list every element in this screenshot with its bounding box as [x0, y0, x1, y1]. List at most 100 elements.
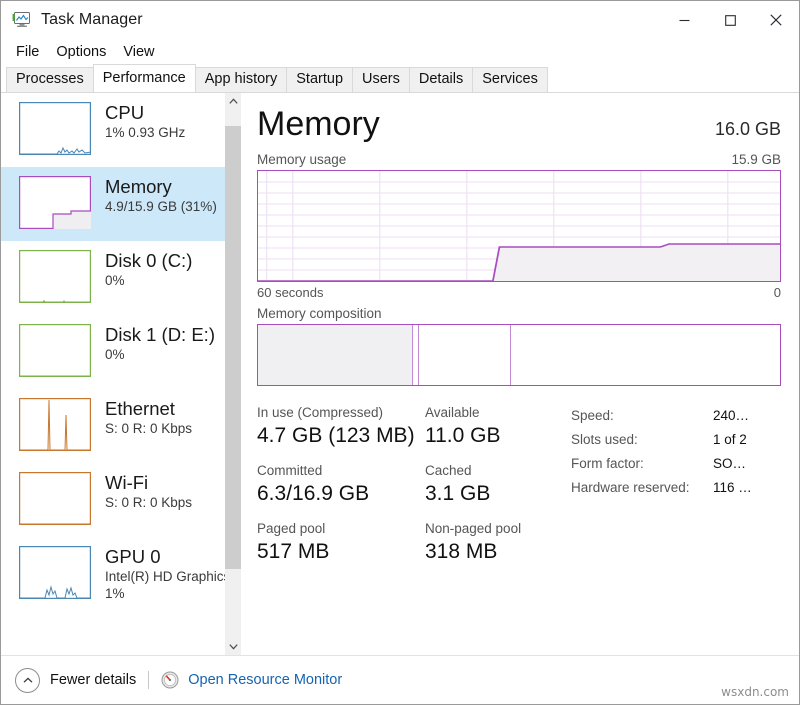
- watermark: wsxdn.com: [721, 685, 789, 699]
- memory-usage-label: Memory usage: [257, 152, 346, 167]
- window-controls: [661, 1, 799, 39]
- fewer-details-button[interactable]: Fewer details: [50, 672, 136, 688]
- sidebar-item-label-cpu: CPU: [105, 102, 185, 124]
- sidebar-item-sub-disk0: 0%: [105, 272, 192, 289]
- spec-value-form-factor: SO…: [713, 452, 746, 476]
- maximize-button[interactable]: [707, 1, 753, 39]
- axis-left-label: 60 seconds: [257, 285, 324, 300]
- stat-committed: Committed 6.3/16.9 GB: [257, 462, 425, 508]
- sidebar-item-sub-ethernet: S: 0 R: 0 Kbps: [105, 420, 192, 437]
- chevron-up-icon[interactable]: [225, 93, 241, 110]
- stat-nonpaged-pool: Non-paged pool 318 MB: [425, 520, 555, 566]
- memory-header: Memory 16.0 GB: [257, 103, 781, 145]
- axis-right-label: 0: [774, 285, 781, 300]
- sidebar-item-label-disk1: Disk 1 (D: E:): [105, 324, 215, 346]
- stat-value-committed: 6.3/16.9 GB: [257, 480, 425, 508]
- tab-performance[interactable]: Performance: [93, 64, 196, 92]
- resource-monitor-icon[interactable]: [161, 671, 179, 689]
- sidebar-item-sub-wifi: S: 0 R: 0 Kbps: [105, 494, 192, 511]
- menu-item-view[interactable]: View: [117, 41, 163, 64]
- sidebar-item-label-disk0: Disk 0 (C:): [105, 250, 192, 272]
- memory-composition-label: Memory composition: [257, 306, 382, 321]
- sidebar-item-cpu[interactable]: CPU 1% 0.93 GHz: [1, 93, 225, 167]
- spec-row-speed: Speed: 240…: [571, 404, 781, 428]
- disk0-text: Disk 0 (C:) 0%: [105, 250, 192, 289]
- stat-label-cached: Cached: [425, 462, 555, 480]
- gpu0-text: GPU 0 Intel(R) HD Graphics 1%: [105, 546, 219, 602]
- tab-app-history[interactable]: App history: [195, 67, 288, 92]
- tab-startup[interactable]: Startup: [286, 67, 353, 92]
- spec-row-slots-used: Slots used: 1 of 2: [571, 428, 781, 452]
- stat-value-cached: 3.1 GB: [425, 480, 555, 508]
- scrollbar-track[interactable]: [225, 110, 241, 638]
- stat-value-available: 11.0 GB: [425, 422, 555, 450]
- chevron-down-icon[interactable]: [225, 638, 241, 655]
- ethernet-thumbnail-graph: [19, 398, 91, 451]
- open-resource-monitor-link[interactable]: Open Resource Monitor: [188, 672, 342, 688]
- task-manager-window: Task Manager File Options View Processes…: [0, 0, 800, 705]
- stat-cached: Cached 3.1 GB: [425, 462, 555, 508]
- composition-labels: Memory composition: [257, 306, 781, 321]
- usage-labels: Memory usage 15.9 GB: [257, 152, 781, 167]
- stat-label-committed: Committed: [257, 462, 425, 480]
- sidebar-item-ethernet[interactable]: Ethernet S: 0 R: 0 Kbps: [1, 389, 225, 463]
- sidebar-item-sub-memory: 4.9/15.9 GB (31%): [105, 198, 217, 215]
- window-title: Task Manager: [41, 11, 143, 29]
- content-area: CPU 1% 0.93 GHz Memory 4.9/15: [1, 93, 799, 655]
- menu-item-file[interactable]: File: [10, 41, 48, 64]
- memory-usage-max: 15.9 GB: [731, 152, 781, 167]
- cpu-thumbnail-graph: [19, 102, 91, 155]
- stat-paged-pool: Paged pool 517 MB: [257, 520, 425, 566]
- memory-thumbnail-graph: [19, 176, 91, 229]
- stat-value-inuse: 4.7 GB (123 MB): [257, 422, 425, 450]
- tab-users[interactable]: Users: [352, 67, 410, 92]
- task-manager-icon: [12, 11, 32, 29]
- sidebar-item-disk0[interactable]: Disk 0 (C:) 0%: [1, 241, 225, 315]
- spec-value-hardware-reserved: 116 …: [713, 476, 752, 500]
- spec-label-slots-used: Slots used:: [571, 428, 713, 452]
- sidebar-item-sub-disk1: 0%: [105, 346, 215, 363]
- tab-details[interactable]: Details: [409, 67, 473, 92]
- menu-item-options[interactable]: Options: [50, 41, 115, 64]
- ethernet-text: Ethernet S: 0 R: 0 Kbps: [105, 398, 192, 437]
- stat-row-pools: Paged pool 517 MB Non-paged pool 318 MB: [257, 520, 557, 566]
- wifi-text: Wi-Fi S: 0 R: 0 Kbps: [105, 472, 192, 511]
- tab-processes[interactable]: Processes: [6, 67, 94, 92]
- disk1-thumbnail-graph: [19, 324, 91, 377]
- memory-stats: In use (Compressed) 4.7 GB (123 MB) Avai…: [257, 404, 781, 578]
- footer-divider: [148, 671, 149, 689]
- sidebar-scrollbar[interactable]: [225, 93, 241, 655]
- stat-label-inuse: In use (Compressed): [257, 404, 425, 422]
- spec-label-hardware-reserved: Hardware reserved:: [571, 476, 713, 500]
- spec-value-slots-used: 1 of 2: [713, 428, 747, 452]
- spec-value-speed: 240…: [713, 404, 749, 428]
- stat-label-available: Available: [425, 404, 555, 422]
- stat-label-paged-pool: Paged pool: [257, 520, 425, 538]
- footer-bar: Fewer details Open Resource Monitor wsxd…: [1, 655, 799, 704]
- sidebar-item-wifi[interactable]: Wi-Fi S: 0 R: 0 Kbps: [1, 463, 225, 537]
- sidebar-item-sub-cpu: 1% 0.93 GHz: [105, 124, 185, 141]
- chevron-up-icon[interactable]: [15, 668, 40, 693]
- close-button[interactable]: [753, 1, 799, 39]
- tab-services[interactable]: Services: [472, 67, 548, 92]
- sidebar-item-label-ethernet: Ethernet: [105, 398, 192, 420]
- composition-inuse-segment: [258, 325, 412, 385]
- sidebar-item-disk1[interactable]: Disk 1 (D: E:) 0%: [1, 315, 225, 389]
- spec-label-speed: Speed:: [571, 404, 713, 428]
- minimize-button[interactable]: [661, 1, 707, 39]
- composition-divider-2: [418, 325, 419, 385]
- stat-label-nonpaged-pool: Non-paged pool: [425, 520, 555, 538]
- sidebar-item-sub-gpu0: Intel(R) HD Graphics: [105, 568, 219, 585]
- page-title: Memory: [257, 103, 380, 145]
- stat-available: Available 11.0 GB: [425, 404, 555, 450]
- sidebar-item-gpu0[interactable]: GPU 0 Intel(R) HD Graphics 1%: [1, 537, 225, 611]
- memory-panel: Memory 16.0 GB Memory usage 15.9 GB: [241, 93, 799, 655]
- composition-divider-1: [412, 325, 413, 385]
- resource-sidebar: CPU 1% 0.93 GHz Memory 4.9/15: [1, 93, 241, 655]
- scrollbar-thumb[interactable]: [225, 126, 241, 570]
- sidebar-item-memory[interactable]: Memory 4.9/15.9 GB (31%): [1, 167, 225, 241]
- graph-axis-labels: 60 seconds 0: [257, 285, 781, 300]
- cpu-text: CPU 1% 0.93 GHz: [105, 102, 185, 141]
- spec-row-form-factor: Form factor: SO…: [571, 452, 781, 476]
- sidebar-item-label-memory: Memory: [105, 176, 217, 198]
